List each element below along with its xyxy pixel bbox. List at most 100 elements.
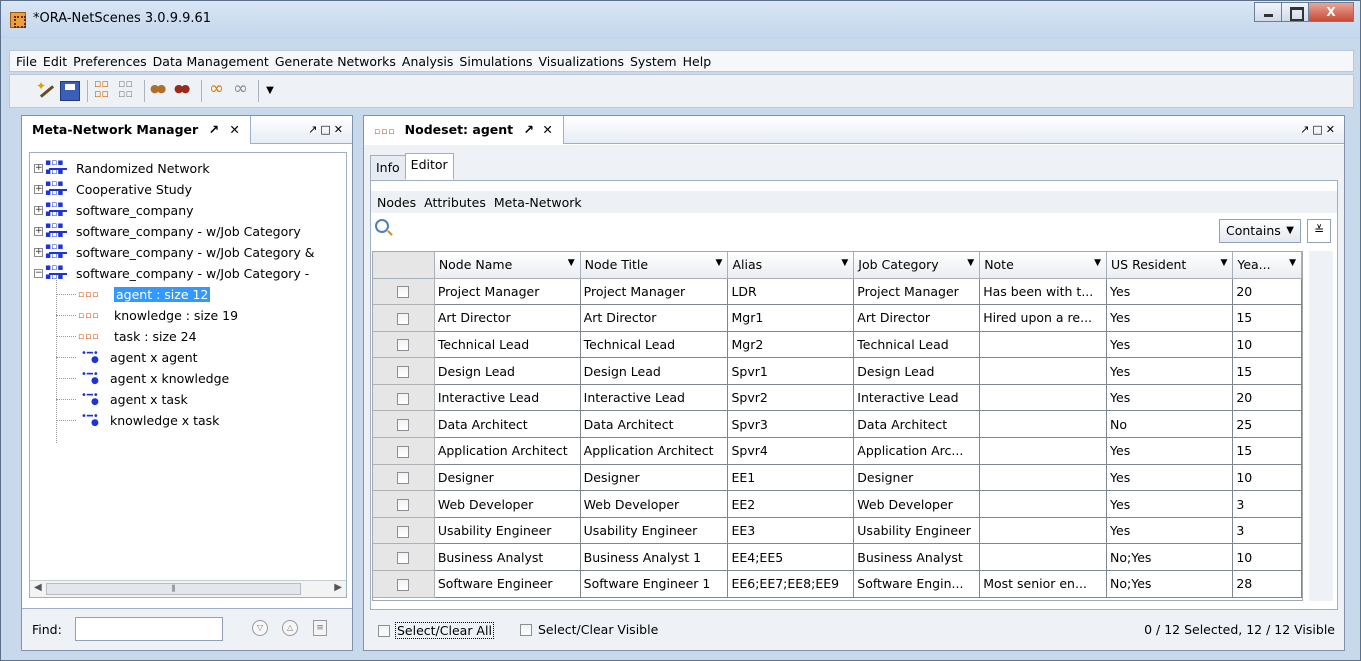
chevron-down-icon[interactable]: ▼ — [1289, 258, 1296, 268]
table-cell[interactable]: Usability Engineer — [853, 517, 981, 545]
table-cell[interactable] — [979, 384, 1108, 412]
table-cell[interactable]: Hired upon a re... — [979, 304, 1108, 332]
nodes-table[interactable]: Node Name ▼ Node Title ▼ Alias ▼ Job Category ▼… — [372, 251, 1303, 601]
find-input[interactable] — [75, 617, 223, 641]
table-cell[interactable]: 10 — [1232, 464, 1302, 492]
table-cell[interactable]: Technical Lead — [853, 331, 981, 359]
select-all-checkbox[interactable] — [378, 624, 390, 637]
network-disabled-icon[interactable] — [231, 78, 251, 101]
table-cell[interactable]: EE4;EE5 — [727, 543, 855, 572]
find-previous-icon[interactable]: △ — [282, 620, 298, 636]
table-cell[interactable]: Mgr1 — [727, 304, 855, 332]
table-cell[interactable]: Yes — [1106, 490, 1234, 518]
column-header[interactable]: Yea... ▼ — [1232, 252, 1302, 279]
row-select-cell[interactable] — [373, 570, 435, 598]
match-mode-select[interactable]: Contains ▼ — [1219, 219, 1301, 243]
table-cell[interactable]: 15 — [1232, 357, 1302, 385]
tree-node-meta-network[interactable]: − software_company - w/Job Category - — [30, 263, 346, 284]
row-checkbox[interactable] — [397, 499, 410, 512]
nodeset-disabled-icon[interactable] — [117, 79, 137, 101]
table-cell[interactable]: Yes — [1106, 437, 1234, 465]
table-cell[interactable]: Designer — [580, 464, 729, 492]
table-row[interactable]: Web Developer Web Developer EE2 Web Develop… — [373, 490, 1302, 518]
row-checkbox[interactable] — [397, 419, 410, 432]
table-cell[interactable]: Business Analyst — [853, 543, 981, 572]
menu-preferences[interactable]: Preferences — [70, 54, 150, 69]
meta-network-tree[interactable]: + Randomized Network + Cooperative Study + so… — [29, 152, 347, 598]
row-checkbox[interactable] — [397, 339, 410, 352]
table-cell[interactable]: Data Architect — [580, 410, 729, 439]
expand-icon[interactable]: + — [34, 164, 43, 173]
table-row[interactable]: Data Architect Data Architect Spvr3 Data Ar… — [373, 410, 1302, 439]
table-row[interactable]: Usability Engineer Usability Engineer EE3 U… — [373, 517, 1302, 545]
find-list-icon[interactable]: ≡ — [313, 620, 327, 636]
column-header[interactable]: Note ▼ — [979, 252, 1108, 279]
table-cell[interactable]: Data Architect — [853, 410, 981, 439]
pin-icon[interactable]: ↗ — [209, 122, 219, 137]
nodeset-icon[interactable] — [93, 79, 113, 101]
table-cell[interactable]: Software Engineer 1 — [580, 570, 729, 598]
table-row[interactable]: Technical Lead Technical Lead Mgr2 Technica… — [373, 331, 1302, 359]
table-cell[interactable]: 15 — [1232, 304, 1302, 332]
expand-icon[interactable]: + — [34, 206, 43, 215]
menu-attributes[interactable]: Attributes — [424, 195, 486, 210]
expand-filter-icon[interactable]: ≚ — [1307, 219, 1331, 243]
table-cell[interactable] — [979, 410, 1108, 439]
menu-simulations[interactable]: Simulations — [456, 54, 535, 69]
row-checkbox[interactable] — [397, 392, 410, 405]
row-select-cell[interactable] — [373, 357, 435, 385]
menu-system[interactable]: System — [627, 54, 680, 69]
menu-edit[interactable]: Edit — [40, 54, 70, 69]
table-row[interactable]: Project Manager Project Manager LDR Project… — [373, 278, 1302, 306]
tab-info[interactable]: Info — [370, 155, 406, 182]
chevron-down-icon[interactable]: ▼ — [1094, 258, 1101, 268]
row-checkbox[interactable] — [397, 286, 410, 299]
row-select-cell[interactable] — [373, 543, 435, 572]
table-cell[interactable] — [979, 517, 1108, 545]
menu-file[interactable]: File — [13, 54, 40, 69]
tree-node-meta-network[interactable]: + Randomized Network — [30, 158, 346, 179]
table-cell[interactable]: Yes — [1106, 357, 1234, 385]
table-cell[interactable]: Web Developer — [434, 490, 581, 518]
select-visible-checkbox[interactable] — [520, 623, 532, 636]
table-row[interactable]: Business Analyst Business Analyst 1 EE4;EE… — [373, 543, 1302, 572]
table-cell[interactable]: Application Architect — [580, 437, 729, 465]
table-cell[interactable]: Web Developer — [580, 490, 729, 518]
table-cell[interactable]: Art Director — [434, 304, 581, 332]
table-cell[interactable]: Design Lead — [853, 357, 981, 385]
table-cell[interactable]: Usability Engineer — [580, 517, 729, 545]
panel-controls[interactable]: ↗□✕ — [1300, 123, 1338, 136]
table-cell[interactable] — [979, 331, 1108, 359]
horizontal-scrollbar[interactable]: ◀ ⫼ ▶ — [30, 580, 346, 597]
table-cell[interactable]: 20 — [1232, 384, 1302, 412]
table-cell[interactable]: Art Director — [853, 304, 981, 332]
table-row[interactable]: Design Lead Design Lead Spvr1 Design Lead Ye… — [373, 357, 1302, 385]
column-header[interactable]: Node Name ▼ — [434, 252, 581, 279]
column-header[interactable]: Job Category ▼ — [853, 252, 981, 279]
close-tab-icon[interactable]: ✕ — [542, 122, 552, 137]
table-cell[interactable]: EE1 — [727, 464, 855, 492]
panel-controls[interactable]: ↗□✕ — [308, 123, 346, 136]
table-cell[interactable]: No — [1106, 410, 1234, 439]
select-clear-all[interactable]: Select/Clear All — [378, 622, 494, 639]
table-cell[interactable]: Mgr2 — [727, 331, 855, 359]
row-checkbox[interactable] — [397, 525, 410, 538]
table-cell[interactable]: 28 — [1232, 570, 1302, 598]
table-cell[interactable]: Application Arc... — [853, 437, 981, 465]
table-cell[interactable]: Data Architect — [434, 410, 581, 439]
menu-nodes[interactable]: Nodes — [377, 195, 416, 210]
table-cell[interactable] — [979, 437, 1108, 465]
tree-node-nodeset[interactable]: ▫▫▫ knowledge : size 19 — [30, 305, 346, 326]
scroll-thumb[interactable]: ⫼ — [46, 583, 301, 595]
tree-node-nodeset[interactable]: ▫▫▫ task : size 24 — [30, 326, 346, 347]
expand-icon[interactable]: + — [34, 248, 43, 257]
search-input[interactable] — [395, 219, 1201, 241]
wizard-icon[interactable] — [36, 79, 56, 101]
table-cell[interactable]: Art Director — [580, 304, 729, 332]
tree-node-network[interactable]: knowledge x task — [30, 410, 346, 431]
table-cell[interactable]: Software Engineer — [434, 570, 581, 598]
table-cell[interactable]: No;Yes — [1106, 543, 1234, 572]
table-cell[interactable]: Project Manager — [434, 278, 581, 306]
table-cell[interactable]: Interactive Lead — [434, 384, 581, 412]
chevron-down-icon[interactable]: ▼ — [967, 258, 974, 268]
